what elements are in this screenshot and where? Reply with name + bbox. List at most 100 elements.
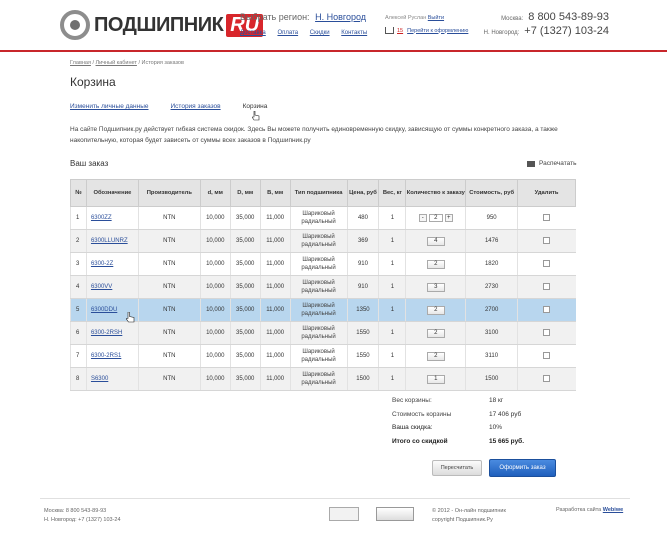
row-d: 10,000 xyxy=(199,367,231,391)
row-price: 369 xyxy=(346,229,379,253)
site-logo[interactable]: ПОДШИПНИК RU xyxy=(60,10,264,40)
product-link[interactable]: 6300VV xyxy=(91,284,112,290)
region-label: Выбрать регион: xyxy=(240,12,310,22)
row-num: 2 xyxy=(70,229,87,253)
product-link[interactable]: 6300-2RSH xyxy=(91,330,122,336)
header-cart: 15 Перейти к оформлению xyxy=(385,27,468,34)
row-cost: 2700 xyxy=(465,298,518,322)
table-header-row: № Обозначение Производитель d, мм D, мм … xyxy=(70,179,576,207)
qty-input[interactable]: 2 xyxy=(426,351,445,361)
rating-badge[interactable] xyxy=(376,507,414,521)
logo-text: ПОДШИПНИК xyxy=(94,13,224,36)
row-weight: 1 xyxy=(378,275,406,299)
row-code-cell: 6300ZZ xyxy=(85,206,139,230)
row-weight: 1 xyxy=(378,298,406,322)
delete-checkbox[interactable] xyxy=(543,236,551,244)
type-line1: Шариковый xyxy=(302,211,335,217)
col-weight: Вес, кг xyxy=(378,179,407,207)
qty-input[interactable]: 2 xyxy=(426,328,445,338)
recalculate-button[interactable]: Пересчитать xyxy=(432,460,482,476)
breadcrumb-home[interactable]: Главная xyxy=(70,60,91,66)
tab-order-history[interactable]: История заказов xyxy=(171,103,221,110)
developer-link[interactable]: Webiwe xyxy=(603,507,623,513)
row-maker: NTN xyxy=(137,298,201,322)
product-link[interactable]: 6300-2RS1 xyxy=(91,353,121,359)
counter-badge[interactable] xyxy=(329,507,359,521)
summary-value: 18 кг xyxy=(489,397,504,405)
delete-checkbox[interactable] xyxy=(543,328,551,336)
qty-input[interactable]: 1 xyxy=(426,374,445,384)
col-qty: Количество к заказу xyxy=(405,179,467,207)
row-D: 35,000 xyxy=(229,229,261,253)
row-type: Шариковый радиальный xyxy=(289,298,347,322)
col-delete: Удалить xyxy=(517,179,576,207)
row-cost: 3110 xyxy=(465,344,518,368)
product-link[interactable]: 6300LLUNRZ xyxy=(91,238,128,244)
row-qty: 4 xyxy=(405,229,466,253)
breadcrumb-current: История заказов xyxy=(141,60,184,66)
row-type: Шариковый радиальный xyxy=(289,275,347,299)
region-selector: Выбрать регион: Н. Новгород xyxy=(240,12,366,22)
row-cost: 1476 xyxy=(465,229,518,253)
type-line1: Шариковый xyxy=(302,326,335,332)
checkout-button[interactable]: Оформить заказ xyxy=(489,459,556,477)
type-line2: радиальный xyxy=(301,288,336,294)
summary-value: 10% xyxy=(489,424,503,432)
col-type: Тип подшипника xyxy=(289,179,348,207)
summary-cost: Стоимость корзины 17 406 руб xyxy=(392,408,524,422)
tab-cart[interactable]: Корзина xyxy=(243,103,268,110)
table-row: 2 6300LLUNRZ NTN 10,000 35,000 11,000 Шариковы… xyxy=(70,229,576,253)
row-code-cell: 6300VV xyxy=(85,275,139,299)
row-weight: 1 xyxy=(378,229,406,253)
summary-value: 15 665 руб. xyxy=(489,437,525,445)
row-D: 35,000 xyxy=(229,298,261,322)
type-line1: Шариковый xyxy=(302,234,335,240)
delete-checkbox[interactable] xyxy=(543,259,551,267)
delete-checkbox[interactable] xyxy=(543,282,551,290)
product-link[interactable]: S6300 xyxy=(91,376,108,382)
footer-divider xyxy=(40,498,630,499)
breadcrumb-account[interactable]: Личный кабинет xyxy=(96,60,137,66)
checkout-link[interactable]: Перейти к оформлению xyxy=(407,28,468,34)
tab-edit-profile[interactable]: Изменить личные данные xyxy=(70,103,149,110)
qty-input[interactable]: 2 xyxy=(426,259,445,269)
qty-input[interactable]: 2 xyxy=(426,305,445,315)
delete-checkbox[interactable] xyxy=(543,351,551,359)
row-qty: 2 xyxy=(405,344,466,368)
cart-count[interactable]: 15 xyxy=(397,28,403,34)
row-qty: 3 xyxy=(405,275,466,299)
nav-payment[interactable]: Оплата xyxy=(277,30,298,36)
qty-decrease-button[interactable]: - xyxy=(418,214,427,222)
row-d: 10,000 xyxy=(199,321,231,345)
bearing-logo-icon xyxy=(60,10,90,40)
nav-discounts[interactable]: Скидки xyxy=(310,30,330,36)
nav-contacts[interactable]: Контакты xyxy=(341,30,367,36)
product-link[interactable]: 6300DDU xyxy=(91,307,117,313)
qty-input[interactable]: 4 xyxy=(426,236,445,246)
row-d: 10,000 xyxy=(199,275,231,299)
table-row: 5 6300DDU NTN 10,000 35,000 11,000 Шариковый ра… xyxy=(70,298,576,322)
row-B: 11,000 xyxy=(259,321,291,345)
delete-checkbox[interactable] xyxy=(543,305,551,313)
product-link[interactable]: 6300-2Z xyxy=(91,261,113,267)
region-link[interactable]: Н. Новгород xyxy=(315,12,366,22)
product-link[interactable]: 6300ZZ xyxy=(91,215,112,221)
qty-increase-button[interactable]: + xyxy=(444,214,453,222)
row-maker: NTN xyxy=(137,252,201,276)
row-maker: NTN xyxy=(137,321,201,345)
printer-icon xyxy=(527,160,535,167)
row-cost: 950 xyxy=(465,206,518,230)
delete-checkbox[interactable] xyxy=(543,213,551,221)
qty-input[interactable]: 2 xyxy=(428,214,443,222)
qty-input[interactable]: 3 xyxy=(426,282,445,292)
logout-link[interactable]: Выйти xyxy=(428,15,444,21)
print-button[interactable]: Распечатать xyxy=(527,160,577,167)
type-line1: Шариковый xyxy=(302,349,335,355)
summary-total: Итого со скидкой 15 665 руб. xyxy=(392,435,524,449)
delete-checkbox[interactable] xyxy=(543,374,551,382)
row-qty: 2 xyxy=(405,298,466,322)
summary-value: 17 406 руб xyxy=(489,410,522,418)
cart-icon xyxy=(385,27,394,34)
row-D: 35,000 xyxy=(229,275,261,299)
nav-delivery[interactable]: Доставка xyxy=(240,30,266,36)
